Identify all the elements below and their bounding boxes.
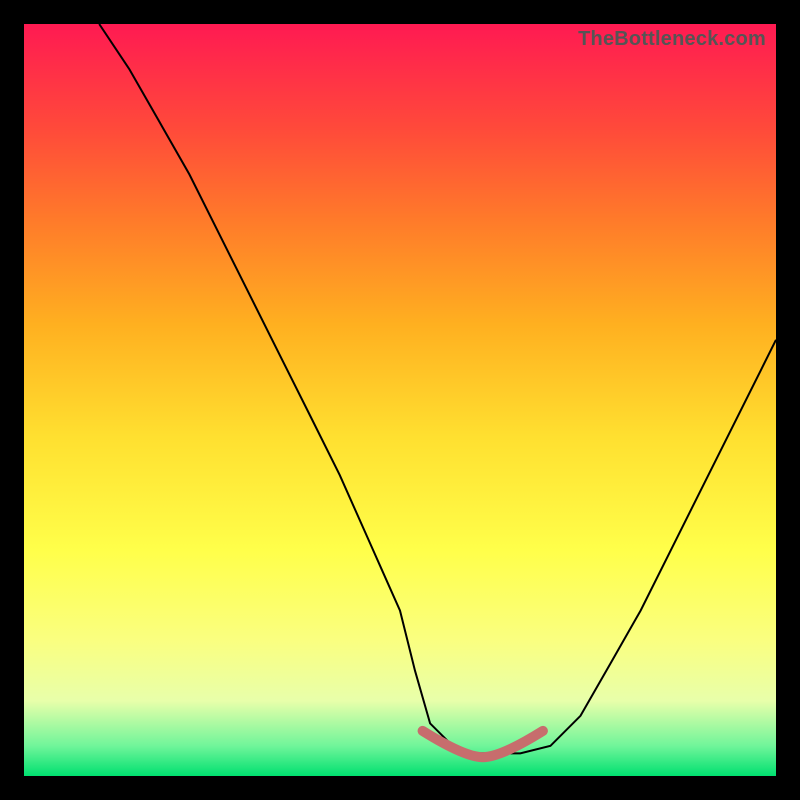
watermark-label: TheBottleneck.com (578, 28, 766, 51)
curve-path (99, 24, 776, 753)
plot-area: TheBottleneck.com (24, 24, 776, 776)
chart-frame: TheBottleneck.com (0, 0, 800, 800)
bottleneck-curve (24, 24, 776, 776)
valley-highlight (423, 731, 543, 757)
